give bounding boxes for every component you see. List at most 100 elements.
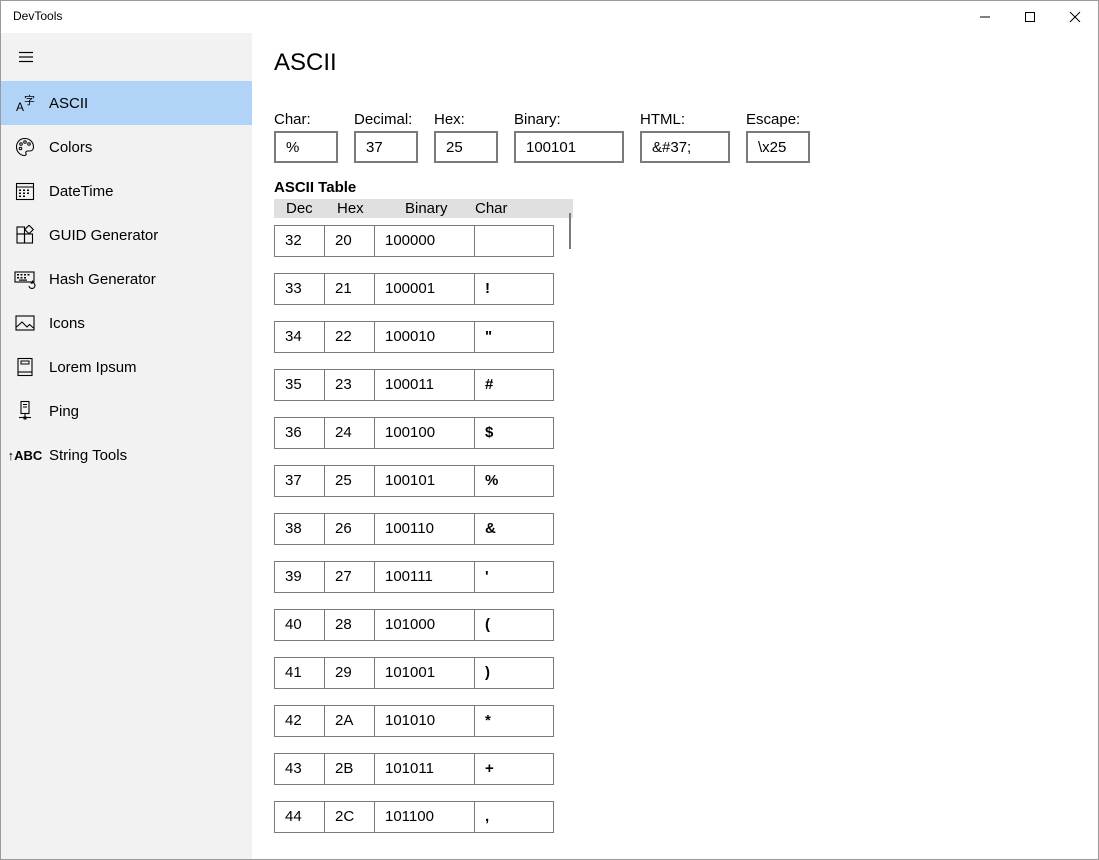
title-bar[interactable]: DevTools (1, 1, 1098, 33)
dec-cell[interactable]: 44 (274, 801, 325, 833)
column-header-binary[interactable]: Binary (405, 199, 448, 218)
sidebar-item-ping[interactable]: Ping (1, 389, 252, 433)
binary-cell[interactable]: 100010 (374, 321, 475, 353)
close-icon (1069, 11, 1081, 23)
char-cell[interactable]: ! (474, 273, 554, 305)
binary-cell[interactable]: 100110 (374, 513, 475, 545)
minimize-button[interactable] (962, 1, 1008, 33)
calendar-icon (1, 169, 49, 213)
dec-cell[interactable]: 34 (274, 321, 325, 353)
sidebar-item-datetime[interactable]: DateTime (1, 169, 252, 213)
sidebar-item-label: Lorem Ipsum (49, 358, 137, 376)
hex-cell[interactable]: 25 (324, 465, 375, 497)
column-header-dec[interactable]: Dec (286, 199, 313, 218)
sidebar-item-string-tools[interactable]: ↑ABC String Tools (1, 433, 252, 477)
app-title: DevTools (13, 9, 63, 23)
hex-input[interactable] (434, 131, 498, 163)
char-cell[interactable]: * (474, 705, 554, 737)
sidebar-item-guid-generator[interactable]: GUID Generator (1, 213, 252, 257)
binary-cell[interactable]: 100001 (374, 273, 475, 305)
table-row[interactable]: 32 20 100000 (274, 225, 554, 257)
hex-cell[interactable]: 26 (324, 513, 375, 545)
binary-input[interactable] (514, 131, 624, 163)
table-row[interactable]: 38 26 100110 & (274, 513, 554, 545)
dec-cell[interactable]: 41 (274, 657, 325, 689)
table-scrollbar[interactable] (569, 213, 571, 249)
escape-input[interactable] (746, 131, 810, 163)
table-row[interactable]: 43 2B 101011 + (274, 753, 554, 785)
ascii-table-header: Dec Hex Binary Char (274, 199, 573, 218)
hex-cell[interactable]: 24 (324, 417, 375, 449)
binary-cell[interactable]: 100101 (374, 465, 475, 497)
sidebar-nav: A 字 ASCII Colors DateTime GUID Generator… (1, 81, 252, 477)
sidebar-item-hash-generator[interactable]: Hash Generator (1, 257, 252, 301)
char-cell[interactable]: " (474, 321, 554, 353)
table-row[interactable]: 39 27 100111 ' (274, 561, 554, 593)
column-header-char[interactable]: Char (475, 199, 508, 218)
dec-cell[interactable]: 32 (274, 225, 325, 257)
decimal-input[interactable] (354, 131, 418, 163)
hex-cell[interactable]: 29 (324, 657, 375, 689)
hex-cell[interactable]: 2B (324, 753, 375, 785)
char-cell[interactable]: & (474, 513, 554, 545)
binary-cell[interactable]: 100100 (374, 417, 475, 449)
column-header-hex[interactable]: Hex (337, 199, 364, 218)
hex-cell[interactable]: 23 (324, 369, 375, 401)
hex-cell[interactable]: 20 (324, 225, 375, 257)
char-cell[interactable]: ( (474, 609, 554, 641)
char-cell[interactable] (474, 225, 554, 257)
hex-cell[interactable]: 28 (324, 609, 375, 641)
char-cell[interactable]: $ (474, 417, 554, 449)
binary-cell[interactable]: 100011 (374, 369, 475, 401)
table-row[interactable]: 36 24 100100 $ (274, 417, 554, 449)
char-cell[interactable]: , (474, 801, 554, 833)
sidebar-item-lorem-ipsum[interactable]: Lorem Ipsum (1, 345, 252, 389)
table-row[interactable]: 40 28 101000( (274, 609, 554, 641)
table-row[interactable]: 34 22 100010 " (274, 321, 554, 353)
char-label: Char: (274, 111, 311, 128)
binary-cell[interactable]: 100000 (374, 225, 475, 257)
table-row[interactable]: 44 2C 101100, (274, 801, 554, 833)
dec-cell[interactable]: 35 (274, 369, 325, 401)
dec-cell[interactable]: 40 (274, 609, 325, 641)
char-cell[interactable]: ) (474, 657, 554, 689)
sidebar-item-colors[interactable]: Colors (1, 125, 252, 169)
dec-cell[interactable]: 33 (274, 273, 325, 305)
hex-cell[interactable]: 2C (324, 801, 375, 833)
char-cell[interactable]: ' (474, 561, 554, 593)
char-cell[interactable]: + (474, 753, 554, 785)
hex-cell[interactable]: 21 (324, 273, 375, 305)
char-cell[interactable]: # (474, 369, 554, 401)
sidebar-item-icons[interactable]: Icons (1, 301, 252, 345)
dec-cell[interactable]: 38 (274, 513, 325, 545)
char-cell[interactable]: % (474, 465, 554, 497)
binary-cell[interactable]: 101000 (374, 609, 475, 641)
dec-cell[interactable]: 42 (274, 705, 325, 737)
table-row[interactable]: 35 23 100011 # (274, 369, 554, 401)
table-row[interactable]: 42 2A 101010 * (274, 705, 554, 737)
binary-cell[interactable]: 101010 (374, 705, 475, 737)
table-row[interactable]: 41 29 101001) (274, 657, 554, 689)
close-button[interactable] (1052, 1, 1098, 33)
binary-cell[interactable]: 100111 (374, 561, 475, 593)
hex-cell[interactable]: 2A (324, 705, 375, 737)
hex-cell[interactable]: 22 (324, 321, 375, 353)
table-row[interactable]: 33 21 100001! (274, 273, 554, 305)
html-input[interactable] (640, 131, 730, 163)
dec-cell[interactable]: 37 (274, 465, 325, 497)
binary-cell[interactable]: 101001 (374, 657, 475, 689)
dec-cell[interactable]: 39 (274, 561, 325, 593)
binary-cell[interactable]: 101100 (374, 801, 475, 833)
book-icon (1, 345, 49, 389)
binary-cell[interactable]: 101011 (374, 753, 475, 785)
hex-cell[interactable]: 27 (324, 561, 375, 593)
maximize-button[interactable] (1007, 1, 1053, 33)
sidebar-item-ascii[interactable]: A 字 ASCII (1, 81, 252, 125)
image-icon (1, 301, 49, 345)
hamburger-menu-button[interactable] (1, 37, 51, 77)
dec-cell[interactable]: 43 (274, 753, 325, 785)
table-row[interactable]: 37 25 100101% (274, 465, 554, 497)
abc-icon: ↑ABC (1, 433, 49, 477)
dec-cell[interactable]: 36 (274, 417, 325, 449)
char-input[interactable] (274, 131, 338, 163)
